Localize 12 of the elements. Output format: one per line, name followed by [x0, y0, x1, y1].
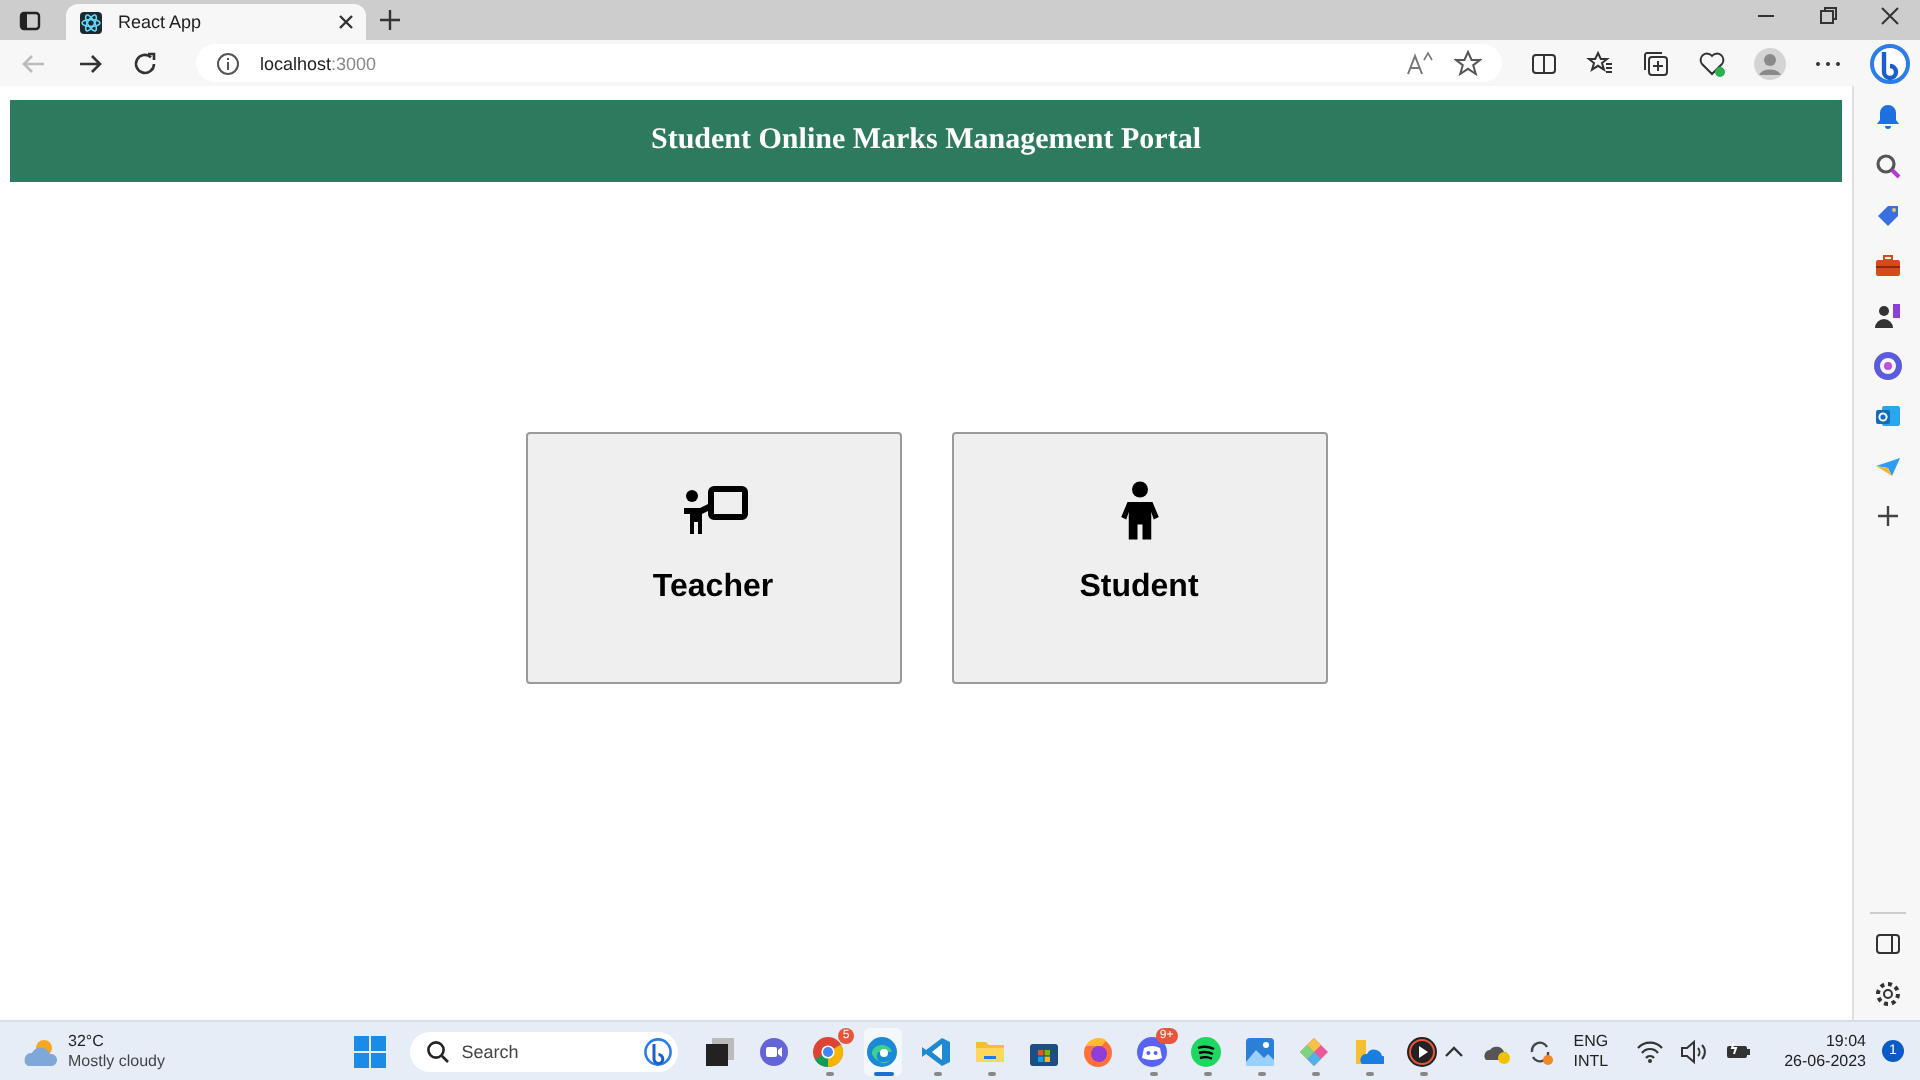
tab-title: React App — [118, 12, 204, 32]
keyboard-language[interactable]: ENG INTL — [1573, 1031, 1609, 1071]
role-card[interactable]: Student — [951, 432, 1327, 684]
taskbar-search-field[interactable]: Search — [409, 1031, 678, 1071]
url-text: localhost:3000 — [260, 53, 377, 73]
role-card[interactable]: Teacher — [525, 432, 901, 684]
page-title: Student Online Marks Management Portal — [651, 124, 1201, 158]
browser-tab[interactable]: React App — [66, 4, 366, 40]
temperature-text: 32°C — [68, 1031, 106, 1051]
clock[interactable]: 19:04 26-06-2023 — [1784, 1031, 1866, 1071]
address-field[interactable]: localhost:3000 — [196, 44, 1502, 82]
weather-condition-text: Mostly cloudy — [68, 1051, 165, 1071]
